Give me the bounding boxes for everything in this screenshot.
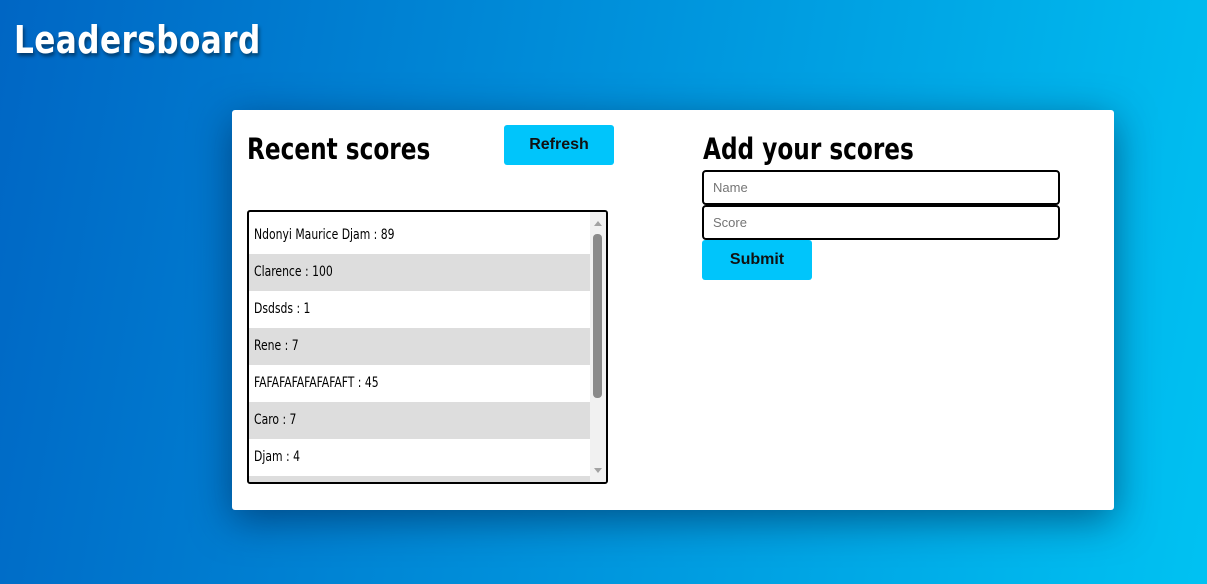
score-text: Dsdsds : 1	[254, 301, 311, 317]
scores-scrollbar[interactable]	[590, 212, 606, 482]
recent-scores-title: Recent scores	[247, 132, 431, 166]
score-text: Djam : 4	[254, 449, 300, 465]
score-text: FAFAFAFAFAFAFAFT : 45	[254, 375, 379, 391]
leaderboard-card: Recent scores Refresh Ndonyi Maurice Dja…	[232, 110, 1114, 510]
score-item	[249, 476, 592, 482]
score-text: Ndonyi Maurice Djam : 89	[254, 227, 395, 243]
score-text: Rene : 7	[254, 338, 299, 354]
score-item: Caro : 7	[249, 402, 592, 439]
score-list: Ndonyi Maurice Djam : 89 Clarence : 100 …	[249, 217, 592, 482]
score-item: FAFAFAFAFAFAFAFT : 45	[249, 365, 592, 402]
scroll-down-arrow-icon[interactable]	[594, 468, 602, 473]
scroll-up-arrow-icon[interactable]	[594, 221, 602, 226]
score-item: Rene : 7	[249, 328, 592, 365]
score-text: Caro : 7	[254, 412, 297, 428]
name-input[interactable]	[702, 170, 1060, 205]
score-item: Dsdsds : 1	[249, 291, 592, 328]
score-item: Clarence : 100	[249, 254, 592, 291]
score-item: Djam : 4	[249, 439, 592, 476]
scroll-thumb[interactable]	[593, 234, 602, 398]
score-input[interactable]	[702, 205, 1060, 240]
score-text: Clarence : 100	[254, 264, 333, 280]
submit-button[interactable]: Submit	[702, 240, 812, 280]
add-scores-title: Add your scores	[703, 132, 914, 166]
app-title: Leadersboard	[14, 18, 261, 62]
score-item: Ndonyi Maurice Djam : 89	[249, 217, 592, 254]
scores-list-box[interactable]: Ndonyi Maurice Djam : 89 Clarence : 100 …	[247, 210, 608, 484]
refresh-button[interactable]: Refresh	[504, 125, 614, 165]
